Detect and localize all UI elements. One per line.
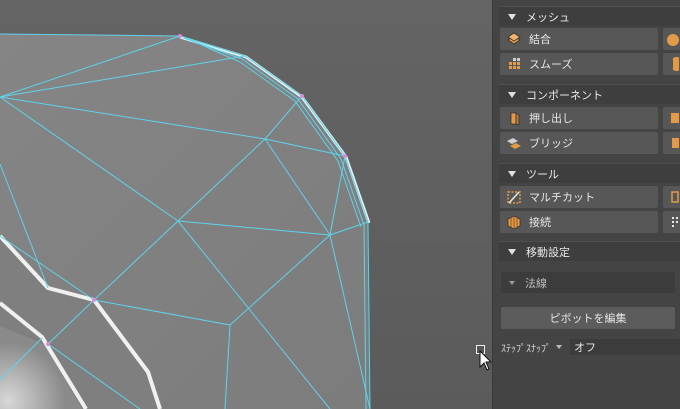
axis-orientation-value: 法線	[525, 276, 547, 290]
chevron-down-icon[interactable]	[556, 345, 562, 349]
smooth-icon	[505, 55, 523, 73]
combine-icon	[505, 30, 523, 48]
bridge-icon	[505, 134, 523, 152]
smooth-button[interactable]: スムーズ	[500, 53, 658, 75]
collapse-triangle-icon	[508, 248, 516, 255]
bridge-label: ブリッジ	[529, 137, 573, 150]
combine-button[interactable]: 結合	[500, 28, 658, 50]
mesh-tool-extra-2[interactable]	[663, 53, 680, 75]
mesh-wireframe	[0, 33, 371, 409]
collapse-triangle-icon	[508, 170, 516, 177]
section-move-settings-title: 移動設定	[526, 245, 570, 259]
step-snap-label: ｽﾃｯﾌﾟｽﾅｯﾌﾟ	[501, 343, 551, 355]
bevel-icon	[671, 113, 679, 123]
smooth-label: スムーズ	[529, 58, 573, 71]
section-move-settings-header[interactable]: 移動設定	[499, 241, 680, 261]
section-mesh-header[interactable]: メッシュ	[499, 6, 680, 26]
connect-button[interactable]: 接続	[500, 211, 658, 233]
axis-orientation-dropdown[interactable]: 法線	[501, 272, 675, 293]
quad-draw-icon	[672, 217, 678, 227]
step-snap-row[interactable]: ｽﾃｯﾌﾟｽﾅｯﾌﾟ オフ	[501, 339, 680, 355]
section-components-title: コンポーネント	[526, 88, 603, 102]
component-tool-extra-2[interactable]	[663, 132, 680, 154]
edit-pivot-button[interactable]: ピボットを編集	[501, 307, 675, 329]
mouse-cursor-icon	[476, 345, 493, 371]
multicut-label: マルチカット	[529, 191, 595, 204]
step-snap-value[interactable]: オフ	[570, 339, 680, 355]
target-weld-icon	[671, 191, 679, 203]
extrude-icon	[505, 109, 523, 127]
collapse-triangle-icon	[508, 91, 516, 98]
connect-label: 接続	[529, 216, 551, 229]
extrude-button[interactable]: 押し出し	[500, 107, 658, 129]
mirror-icon	[673, 57, 679, 71]
section-tools-header[interactable]: ツール	[499, 163, 680, 183]
combine-label: 結合	[529, 33, 551, 46]
separate-icon	[667, 34, 679, 46]
section-mesh-title: メッシュ	[526, 10, 570, 24]
chevron-down-icon	[509, 280, 515, 285]
tool-extra-1[interactable]	[663, 186, 680, 208]
collapse-triangle-icon	[508, 13, 516, 20]
mesh-tool-extra-1[interactable]	[663, 28, 680, 50]
extrude-label: 押し出し	[529, 112, 573, 125]
add-divisions-icon	[672, 138, 679, 148]
tool-extra-2[interactable]	[663, 211, 680, 233]
3d-viewport[interactable]	[0, 0, 492, 409]
section-components-header[interactable]: コンポーネント	[499, 84, 680, 104]
multicut-icon	[505, 188, 523, 206]
bridge-button[interactable]: ブリッジ	[500, 132, 658, 154]
connect-icon	[505, 213, 523, 231]
component-tool-extra-1[interactable]	[663, 107, 680, 129]
modeling-toolkit-panel: メッシュ 結合 スムーズ コンポーネント 押し出し ブリッジ ツール マルチカッ…	[492, 0, 680, 409]
multicut-button[interactable]: マルチカット	[500, 186, 658, 208]
section-tools-title: ツール	[526, 167, 559, 181]
